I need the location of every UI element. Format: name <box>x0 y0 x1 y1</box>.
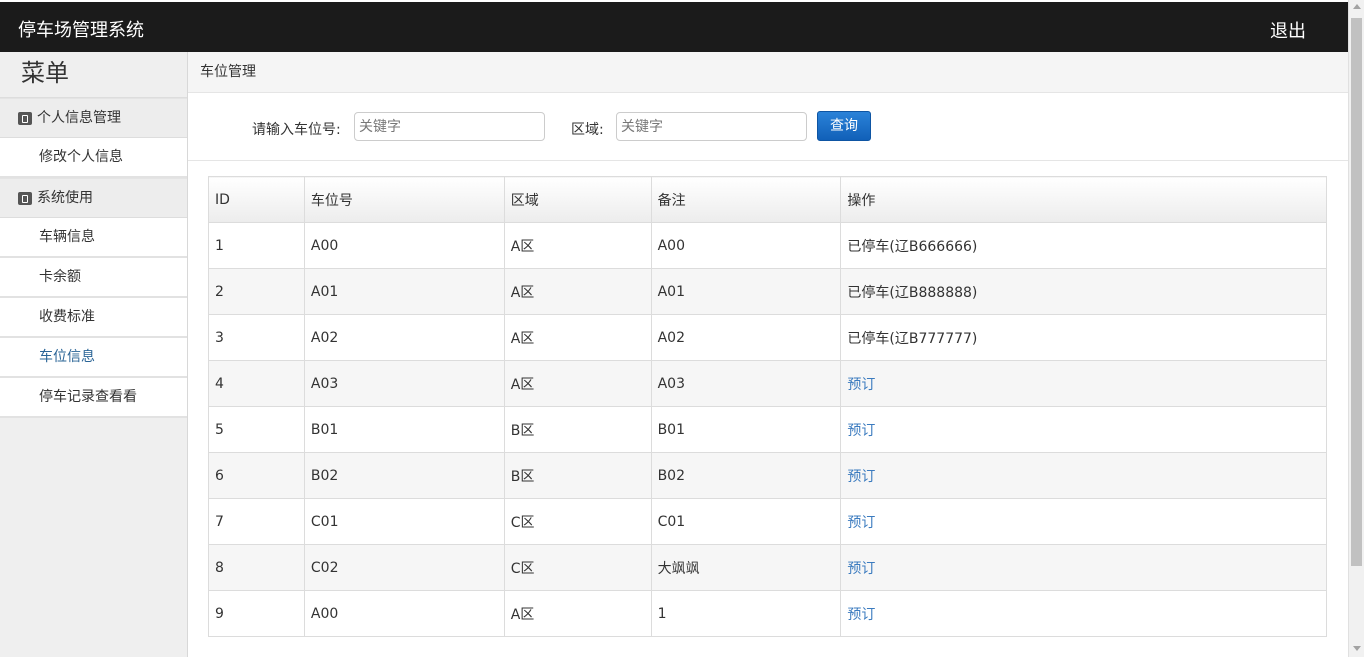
parked-status: 已停车(辽B777777) <box>847 330 978 347</box>
logout-button[interactable]: 退出 <box>1270 17 1306 43</box>
table-row: 7 C01 C区 C01 预订 <box>208 498 1327 545</box>
app-title: 停车场管理系统 <box>18 20 144 41</box>
sidebar-group-system[interactable]: 系统使用 <box>0 178 187 218</box>
cell-action: 预订 <box>840 406 1327 453</box>
top-navbar: 停车场管理系统 退出 <box>0 2 1348 52</box>
reserve-link[interactable]: 预订 <box>847 423 875 439</box>
main-content: 车位管理 请输入车位号: 区域: 查询 ID 车位号 区域 备注 操作 1A00… <box>188 52 1348 657</box>
cell-note: A01 <box>650 268 842 315</box>
column-header-area: 区域 <box>503 176 652 223</box>
cell-area: A区 <box>503 268 652 315</box>
cell-slot-number: B02 <box>303 452 505 499</box>
table-row: 4 A03 A区 A03 预订 <box>208 360 1327 407</box>
reserve-link[interactable]: 预订 <box>847 377 875 393</box>
cell-slot-number: A00 <box>303 590 505 637</box>
cell-slot-number: C02 <box>303 544 505 591</box>
cell-area: B区 <box>503 452 652 499</box>
parked-status: 已停车(辽B666666) <box>847 238 978 255</box>
cell-area: C区 <box>503 498 652 545</box>
sidebar-item-parking-records[interactable]: 停车记录查看看 <box>0 378 187 418</box>
table-row: 8 C02 C区 大飒飒 预订 <box>208 544 1327 591</box>
table-row: 2 A01 A区 A01 已停车(辽B888888) <box>208 268 1327 315</box>
slot-number-label: 请输入车位号: <box>252 122 341 138</box>
cell-note: A02 <box>650 314 842 361</box>
sidebar-item-edit-profile[interactable]: 修改个人信息 <box>0 138 187 178</box>
column-header-slot: 车位号 <box>303 176 505 223</box>
area-input[interactable] <box>616 112 807 141</box>
cell-area: A区 <box>503 314 652 361</box>
cell-slot-number: A02 <box>303 314 505 361</box>
scrollbar-thumb[interactable] <box>1351 18 1362 566</box>
table-row: 5 B01 B区 B01 预订 <box>208 406 1327 453</box>
cell-area: A区 <box>503 360 652 407</box>
cell-area: A区 <box>503 590 652 637</box>
cell-action: 预订 <box>840 498 1327 545</box>
cell-action: 已停车(辽B888888) <box>840 268 1327 315</box>
cell-id: 7 <box>208 498 305 545</box>
scroll-down-arrow-icon[interactable] <box>1353 646 1361 651</box>
sidebar-group-personal[interactable]: 个人信息管理 <box>0 98 187 138</box>
reserve-link[interactable]: 预订 <box>847 515 875 531</box>
table-header-row: ID 车位号 区域 备注 操作 <box>208 176 1327 223</box>
sidebar-item-parking-slots[interactable]: 车位信息 <box>0 338 187 378</box>
sidebar-item-fee-standard[interactable]: 收费标准 <box>0 298 187 338</box>
cell-note: 大飒飒 <box>650 544 842 591</box>
table-row: 1 A00 A区 A00 已停车(辽B666666) <box>208 222 1327 269</box>
breadcrumb: 车位管理 <box>188 52 1348 93</box>
cell-note: A03 <box>650 360 842 407</box>
cell-area: C区 <box>503 544 652 591</box>
vertical-scrollbar[interactable] <box>1348 0 1364 657</box>
cell-action: 已停车(辽B666666) <box>840 222 1327 269</box>
sidebar-group-label: 个人信息管理 <box>37 110 121 126</box>
column-header-note: 备注 <box>650 176 842 223</box>
cell-action: 预订 <box>840 544 1327 591</box>
column-header-id: ID <box>208 176 305 223</box>
table-row: 9 A00 A区 1 预订 <box>208 590 1327 637</box>
cell-id: 9 <box>208 590 305 637</box>
cell-action: 预订 <box>840 452 1327 499</box>
column-header-action: 操作 <box>840 176 1327 223</box>
sidebar-item-card-balance[interactable]: 卡余额 <box>0 258 187 298</box>
search-bar: 请输入车位号: 区域: 查询 <box>188 93 1348 161</box>
cell-slot-number: A00 <box>303 222 505 269</box>
cell-action: 已停车(辽B777777) <box>840 314 1327 361</box>
cell-note: B02 <box>650 452 842 499</box>
cell-id: 6 <box>208 452 305 499</box>
query-button[interactable]: 查询 <box>817 111 871 141</box>
table-row: 3 A02 A区 A02 已停车(辽B777777) <box>208 314 1327 361</box>
cell-note: 1 <box>650 590 842 637</box>
cell-id: 2 <box>208 268 305 315</box>
cell-id: 3 <box>208 314 305 361</box>
cell-id: 5 <box>208 406 305 453</box>
sidebar: 菜单 个人信息管理 修改个人信息 系统使用 车辆信息 卡余额 收费标准 车位信息… <box>0 52 188 657</box>
cell-id: 4 <box>208 360 305 407</box>
cell-action: 预订 <box>840 590 1327 637</box>
table-row: 6 B02 B区 B02 预订 <box>208 452 1327 499</box>
cell-note: B01 <box>650 406 842 453</box>
reserve-link[interactable]: 预订 <box>847 469 875 485</box>
cell-slot-number: A03 <box>303 360 505 407</box>
scroll-up-arrow-icon[interactable] <box>1353 4 1361 9</box>
book-icon <box>18 191 32 205</box>
slot-number-input[interactable] <box>354 112 545 141</box>
cell-id: 1 <box>208 222 305 269</box>
cell-note: A00 <box>650 222 842 269</box>
menu-title: 菜单 <box>0 52 187 98</box>
cell-id: 8 <box>208 544 305 591</box>
cell-area: A区 <box>503 222 652 269</box>
parking-slot-table: ID 车位号 区域 备注 操作 1 A00 A区 A00 已停车(辽B666666) 2 A… <box>208 176 1327 637</box>
area-label: 区域: <box>571 122 604 138</box>
cell-note: C01 <box>650 498 842 545</box>
reserve-link[interactable]: 预订 <box>847 607 875 623</box>
parked-status: 已停车(辽B888888) <box>847 284 978 301</box>
cell-slot-number: C01 <box>303 498 505 545</box>
sidebar-item-vehicle-info[interactable]: 车辆信息 <box>0 218 187 258</box>
cell-slot-number: A01 <box>303 268 505 315</box>
cell-area: B区 <box>503 406 652 453</box>
reserve-link[interactable]: 预订 <box>847 561 875 577</box>
cell-slot-number: B01 <box>303 406 505 453</box>
cell-action: 预订 <box>840 360 1327 407</box>
book-icon <box>18 111 32 125</box>
sidebar-group-label: 系统使用 <box>37 190 93 206</box>
